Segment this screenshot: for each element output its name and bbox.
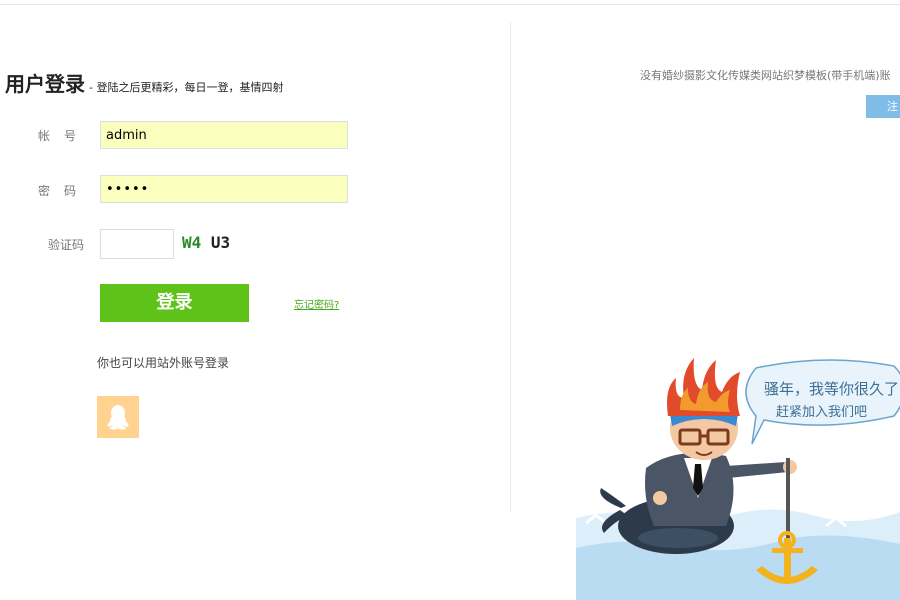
forgot-password-link[interactable]: 忘记密码?: [294, 296, 339, 311]
register-prompt: 没有婚纱摄影文化传媒类网站织梦模板(带手机端)账: [640, 69, 891, 82]
page-title-text: 用户登录: [5, 72, 85, 96]
qq-penguin-icon: [107, 405, 129, 430]
captcha-input[interactable]: [100, 229, 174, 259]
password-input[interactable]: •••••: [100, 175, 348, 203]
bubble-line-1: 骚年，我等你很久了: [764, 380, 899, 398]
login-button[interactable]: 登录: [100, 284, 249, 322]
register-button[interactable]: 注: [866, 95, 900, 118]
mascot-illustration: 骚年，我等你很久了 赶紧加入我们吧: [576, 348, 900, 600]
page-subtitle: - 登陆之后更精彩，每日一登，基情四射: [89, 81, 284, 94]
captcha-image[interactable]: W4 U3: [182, 233, 242, 255]
captcha-text-a: W4: [182, 233, 202, 252]
qq-login-button[interactable]: [97, 396, 139, 438]
bubble-line-2: 赶紧加入我们吧: [776, 405, 867, 420]
password-label: 密码: [38, 184, 91, 198]
captcha-text-b: U3: [210, 233, 231, 252]
account-label: 帐号: [38, 129, 91, 143]
alt-login-text: 你也可以用站外账号登录: [97, 356, 230, 370]
panel-divider: [510, 22, 511, 512]
account-input[interactable]: admin: [100, 121, 348, 149]
login-panel: 用户登录 - 登陆之后更精彩，每日一登，基情四射 帐号 admin 密码 ••••…: [0, 0, 510, 600]
captcha-label: 验证码: [48, 238, 85, 252]
page-title: 用户登录 - 登陆之后更精彩，每日一登，基情四射: [5, 68, 283, 97]
